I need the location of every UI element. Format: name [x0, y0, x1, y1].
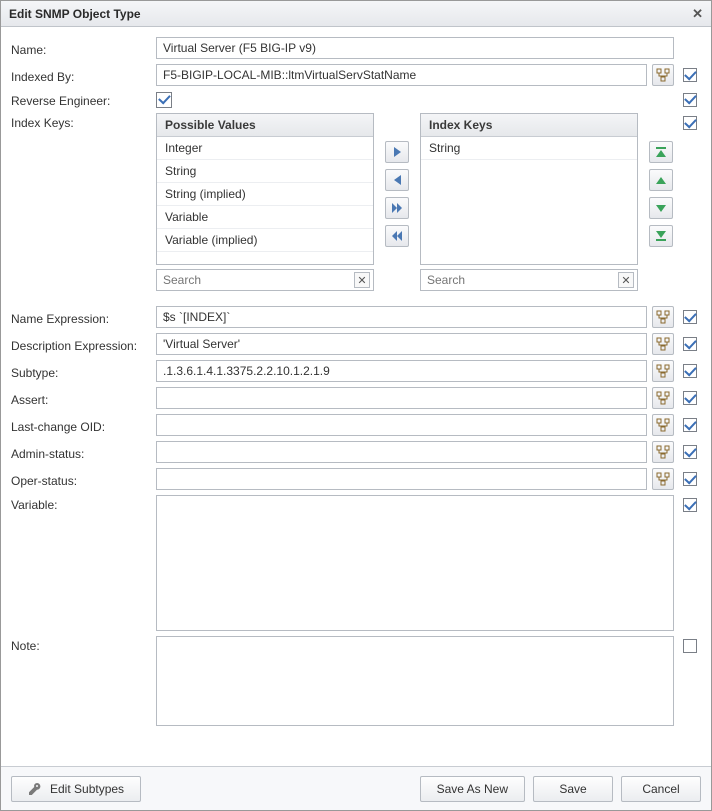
inherit-reverse-engineer-checkbox[interactable]: [683, 93, 697, 107]
move-bottom-button[interactable]: [649, 225, 673, 247]
double-arrow-left-icon: [392, 231, 402, 241]
index-keys-list[interactable]: String: [421, 137, 637, 264]
name-expression-input[interactable]: [156, 306, 647, 328]
label-name: Name:: [11, 40, 156, 57]
clear-possible-search-button[interactable]: ✕: [354, 272, 370, 288]
label-assert: Assert:: [11, 390, 156, 407]
label-description-expression: Description Expression:: [11, 336, 156, 353]
browse-assert-button[interactable]: [652, 387, 674, 409]
tree-icon: [656, 472, 670, 486]
picklist-move-buttons: [384, 113, 410, 291]
list-item[interactable]: String: [421, 137, 637, 160]
inherit-last-change-oid-checkbox[interactable]: [683, 418, 697, 432]
title-bar: Edit SNMP Object Type ✕: [1, 1, 711, 27]
tree-icon: [656, 391, 670, 405]
inherit-admin-status-checkbox[interactable]: [683, 445, 697, 459]
list-item[interactable]: Variable: [157, 206, 373, 229]
browse-description-expression-button[interactable]: [652, 333, 674, 355]
browse-oper-status-button[interactable]: [652, 468, 674, 490]
arrow-down-icon: [656, 205, 666, 212]
clear-selected-search-button[interactable]: ✕: [618, 272, 634, 288]
remove-button[interactable]: [385, 169, 409, 191]
index-keys-header: Index Keys: [421, 114, 637, 137]
tree-icon: [656, 445, 670, 459]
tree-icon: [656, 337, 670, 351]
selected-search-input[interactable]: [420, 269, 638, 291]
edit-subtypes-button[interactable]: Edit Subtypes: [11, 776, 141, 802]
move-up-button[interactable]: [649, 169, 673, 191]
form-area: Name: Indexed By: Reverse Engineer: Inde…: [1, 27, 711, 767]
oper-status-input[interactable]: [156, 468, 647, 490]
subtype-input[interactable]: [156, 360, 647, 382]
dialog-title: Edit SNMP Object Type: [9, 7, 141, 21]
inherit-oper-status-checkbox[interactable]: [683, 472, 697, 486]
browse-name-expression-button[interactable]: [652, 306, 674, 328]
save-button[interactable]: Save: [533, 776, 613, 802]
list-item[interactable]: Integer: [157, 137, 373, 160]
description-expression-input[interactable]: [156, 333, 647, 355]
inherit-indexed-by-checkbox[interactable]: [683, 68, 697, 82]
add-button[interactable]: [385, 141, 409, 163]
move-top-icon: [656, 147, 666, 157]
label-last-change-oid: Last-change OID:: [11, 417, 156, 434]
label-note: Note:: [11, 636, 156, 653]
tree-icon: [656, 418, 670, 432]
name-input[interactable]: [156, 37, 674, 59]
variable-textarea[interactable]: [156, 495, 674, 631]
arrow-up-icon: [656, 177, 666, 184]
wrench-icon: [28, 782, 42, 796]
double-arrow-right-icon: [392, 203, 402, 213]
cancel-button[interactable]: Cancel: [621, 776, 701, 802]
possible-values-panel: Possible Values IntegerStringString (imp…: [156, 113, 374, 265]
inherit-description-expression-checkbox[interactable]: [683, 337, 697, 351]
list-item[interactable]: Variable (implied): [157, 229, 373, 252]
add-all-button[interactable]: [385, 197, 409, 219]
inherit-subtype-checkbox[interactable]: [683, 364, 697, 378]
possible-values-list[interactable]: IntegerStringString (implied)VariableVar…: [157, 137, 373, 264]
label-subtype: Subtype:: [11, 363, 156, 380]
index-keys-panel: Index Keys String: [420, 113, 638, 265]
label-variable: Variable:: [11, 495, 156, 512]
reverse-engineer-checkbox[interactable]: [156, 92, 172, 108]
list-item[interactable]: String: [157, 160, 373, 183]
browse-admin-status-button[interactable]: [652, 441, 674, 463]
move-top-button[interactable]: [649, 141, 673, 163]
assert-input[interactable]: [156, 387, 647, 409]
move-down-button[interactable]: [649, 197, 673, 219]
last-change-oid-input[interactable]: [156, 414, 647, 436]
label-index-keys: Index Keys:: [11, 113, 156, 130]
inherit-variable-checkbox[interactable]: [683, 498, 697, 512]
possible-values-header: Possible Values: [157, 114, 373, 137]
save-as-new-button[interactable]: Save As New: [420, 776, 525, 802]
label-reverse-engineer: Reverse Engineer:: [11, 91, 156, 108]
label-admin-status: Admin-status:: [11, 444, 156, 461]
edit-subtypes-label: Edit Subtypes: [50, 782, 124, 796]
label-indexed-by: Indexed By:: [11, 67, 156, 84]
close-icon[interactable]: ✕: [692, 6, 703, 22]
inherit-name-expression-checkbox[interactable]: [683, 310, 697, 324]
browse-subtype-button[interactable]: [652, 360, 674, 382]
tree-icon: [656, 68, 670, 82]
indexed-by-input[interactable]: [156, 64, 647, 86]
inherit-index-keys-checkbox[interactable]: [683, 116, 697, 130]
label-name-expression: Name Expression:: [11, 309, 156, 326]
label-oper-status: Oper-status:: [11, 471, 156, 488]
tree-icon: [656, 310, 670, 324]
remove-all-button[interactable]: [385, 225, 409, 247]
arrow-right-icon: [394, 147, 401, 157]
inherit-note-checkbox[interactable]: [683, 639, 697, 653]
browse-indexed-by-button[interactable]: [652, 64, 674, 86]
picklist-order-buttons: [648, 113, 674, 291]
inherit-assert-checkbox[interactable]: [683, 391, 697, 405]
browse-last-change-oid-button[interactable]: [652, 414, 674, 436]
index-keys-picklist: Possible Values IntegerStringString (imp…: [156, 113, 674, 291]
tree-icon: [656, 364, 670, 378]
arrow-left-icon: [394, 175, 401, 185]
list-item[interactable]: String (implied): [157, 183, 373, 206]
move-bottom-icon: [656, 231, 666, 241]
note-textarea[interactable]: [156, 636, 674, 726]
dialog-footer: Edit Subtypes Save As New Save Cancel: [1, 766, 711, 810]
possible-search-input[interactable]: [156, 269, 374, 291]
admin-status-input[interactable]: [156, 441, 647, 463]
